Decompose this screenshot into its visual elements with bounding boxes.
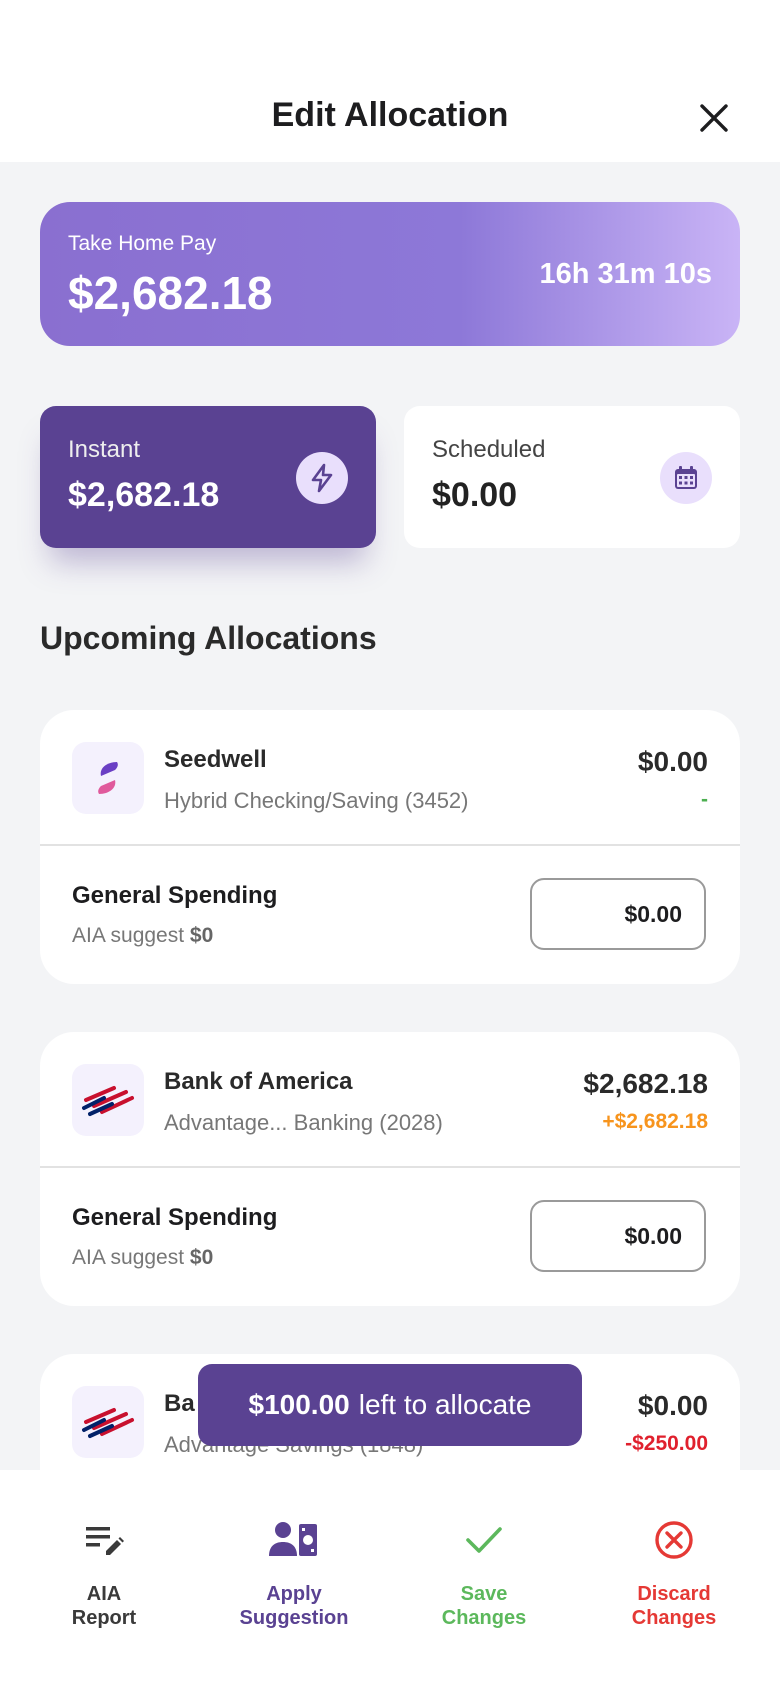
account-subtitle: Hybrid Checking/Saving (3452) bbox=[164, 788, 469, 813]
lightning-icon bbox=[296, 452, 348, 504]
bank-of-america-logo bbox=[72, 1064, 144, 1136]
section-title-upcoming: Upcoming Allocations bbox=[40, 620, 377, 656]
aia-report-button[interactable]: AIA Report bbox=[14, 1510, 194, 1630]
bank-name: Bank of America bbox=[164, 1068, 353, 1095]
account-balance: $2,682.18 bbox=[583, 1068, 708, 1099]
toolbar-label: Save Changes bbox=[441, 1583, 527, 1629]
bank-of-america-logo bbox=[72, 1386, 144, 1458]
bank-name: Seedwell bbox=[164, 746, 267, 773]
page-title: Edit Allocation bbox=[271, 96, 509, 134]
remaining-text: left to allocate bbox=[358, 1389, 532, 1420]
suggestion-text: AIA suggest $0 bbox=[72, 924, 214, 947]
remaining-amount: $100.00 bbox=[248, 1389, 350, 1420]
allocation-row: General Spending AIA suggest $0 $0.00 bbox=[40, 846, 740, 982]
save-changes-button[interactable]: Save Changes bbox=[394, 1510, 574, 1630]
balance-change: - bbox=[701, 788, 708, 811]
account-card: Bank of America Advantage... Banking (20… bbox=[40, 1032, 740, 1306]
allocation-amount-input[interactable]: $0.00 bbox=[530, 1200, 706, 1272]
bank-name: Ba bbox=[164, 1390, 195, 1417]
instant-label: Instant bbox=[68, 436, 141, 463]
scheduled-option[interactable]: Scheduled $0.00 bbox=[404, 406, 740, 548]
header: Edit Allocation bbox=[0, 0, 780, 162]
seedwell-logo bbox=[72, 742, 144, 814]
report-edit-icon bbox=[86, 1527, 124, 1555]
account-balance: $0.00 bbox=[637, 746, 708, 777]
remaining-allocation-toast: $100.00 left to allocate bbox=[198, 1364, 582, 1446]
account-card: Seedwell Hybrid Checking/Saving (3452) $… bbox=[40, 710, 740, 984]
scheduled-label: Scheduled bbox=[432, 436, 546, 463]
discard-changes-button[interactable]: Discard Changes bbox=[584, 1510, 764, 1630]
account-header[interactable]: Seedwell Hybrid Checking/Saving (3452) $… bbox=[40, 710, 740, 846]
balance-change: +$2,682.18 bbox=[602, 1110, 708, 1133]
balance-change: -$250.00 bbox=[625, 1432, 708, 1455]
instant-amount: $2,682.18 bbox=[68, 476, 220, 514]
account-balance: $0.00 bbox=[637, 1390, 708, 1421]
account-header[interactable]: Bank of America Advantage... Banking (20… bbox=[40, 1032, 740, 1168]
take-home-amount: $2,682.18 bbox=[68, 267, 273, 319]
take-home-label: Take Home Pay bbox=[68, 232, 217, 255]
category-label: General Spending bbox=[72, 1204, 278, 1231]
allocation-amount-input[interactable]: $0.00 bbox=[530, 878, 706, 950]
toolbar-label: AIA Report bbox=[71, 1583, 137, 1629]
bottom-toolbar: AIA Report Apply Suggestion Save Changes bbox=[0, 1470, 780, 1688]
close-icon bbox=[700, 104, 728, 132]
instant-option[interactable]: Instant $2,682.18 bbox=[40, 406, 376, 548]
apply-suggestion-icon bbox=[269, 1522, 317, 1556]
calendar-icon bbox=[660, 452, 712, 504]
close-button[interactable] bbox=[694, 98, 734, 138]
category-label: General Spending bbox=[72, 882, 278, 909]
suggestion-text: AIA suggest $0 bbox=[72, 1246, 214, 1269]
check-icon bbox=[466, 1527, 502, 1553]
countdown-timer: 16h 31m 10s bbox=[539, 258, 712, 290]
discard-icon bbox=[655, 1521, 693, 1559]
apply-suggestion-button[interactable]: Apply Suggestion bbox=[204, 1510, 384, 1630]
scheduled-amount: $0.00 bbox=[432, 476, 518, 514]
allocation-row: General Spending AIA suggest $0 $0.00 bbox=[40, 1168, 740, 1304]
toolbar-label: Discard Changes bbox=[631, 1583, 717, 1629]
take-home-pay-card: Take Home Pay $2,682.18 16h 31m 10s bbox=[40, 202, 740, 346]
account-subtitle: Advantage... Banking (2028) bbox=[164, 1110, 443, 1135]
toolbar-label: Apply Suggestion bbox=[239, 1583, 349, 1629]
